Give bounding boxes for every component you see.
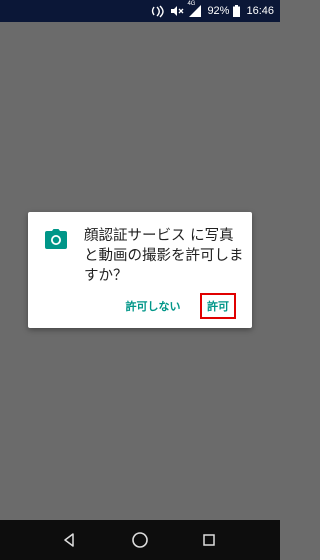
deny-button[interactable]: 許可しない [122,294,184,318]
mute-icon [170,5,184,17]
home-icon[interactable] [130,530,150,550]
navigation-bar [0,520,280,560]
allow-button[interactable]: 許可 [200,293,236,319]
back-icon[interactable] [59,530,79,550]
recents-icon[interactable] [199,530,219,550]
signal-icon: 4G [187,1,202,17]
camera-icon [45,229,67,249]
status-bar: 4G 92% 16:46 [0,0,280,22]
permission-dialog: 顔認証サービス に写真と動画の撮影を許可しますか？ 許可しない 許可 [28,212,252,328]
dialog-message: 顔認証サービス に写真と動画の撮影を許可しますか？ [84,228,244,284]
clock: 16:46 [246,5,274,17]
battery-percent: 92% [207,5,230,17]
battery-icon [233,5,241,17]
network-type: 4G [187,1,196,7]
nfc-icon [151,5,165,18]
